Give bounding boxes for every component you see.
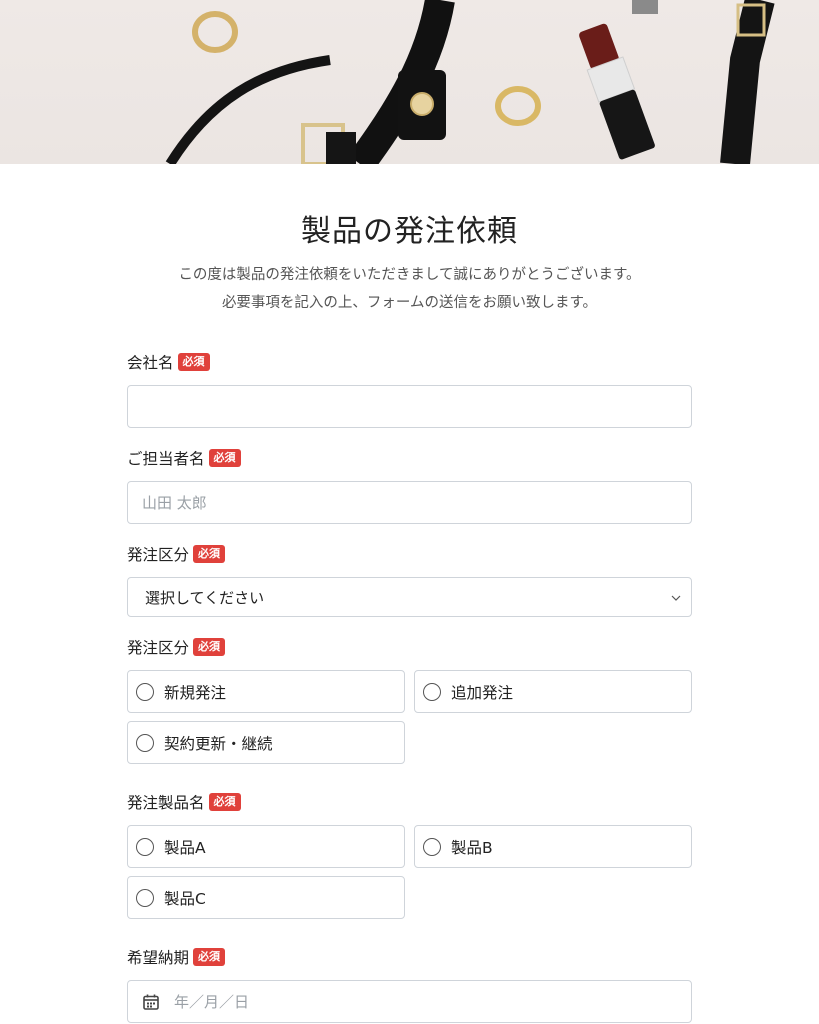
chevron-down-icon: [671, 590, 681, 604]
required-badge: 必須: [193, 638, 226, 656]
radio-circle-icon[interactable]: [136, 733, 154, 752]
order-type-selected-value: 選択してください: [145, 588, 265, 607]
company-label: 会社名: [127, 354, 174, 372]
radio-option-additional-order[interactable]: 追加発注: [414, 670, 692, 713]
radio-circle-icon[interactable]: [423, 837, 441, 856]
calendar-icon: [142, 993, 160, 1011]
contact-placeholder: 山田 太郎: [142, 494, 207, 512]
hero-image: [0, 0, 819, 164]
delivery-date-placeholder: 年／月／日: [174, 993, 250, 1011]
order-type-options: 新規発注 追加発注 契約更新・継続: [127, 670, 692, 764]
radio-option-new-order[interactable]: 新規発注: [127, 670, 405, 713]
page-title: 製品の発注依頼: [301, 214, 518, 249]
product-label: 発注製品名: [127, 794, 205, 812]
contact-name-input[interactable]: 山田 太郎: [127, 481, 692, 524]
radio-option-product-b[interactable]: 製品B: [414, 825, 692, 868]
radio-option-contract-renewal[interactable]: 契約更新・継続: [127, 721, 405, 764]
radio-option-label: 新規発注: [164, 683, 227, 702]
product-label-row: 発注製品名 必須: [127, 790, 692, 814]
order-form: 製品の発注依頼 この度は製品の発注依頼をいただきまして誠にありがとうございます。…: [127, 213, 692, 1023]
intro-line-1: この度は製品の発注依頼をいただきまして誠にありがとうございます。: [178, 267, 641, 283]
order-type-select-label-row: 発注区分 必須: [127, 542, 692, 566]
order-type-select[interactable]: 選択してください: [127, 577, 692, 617]
order-type-radio-label: 発注区分: [127, 639, 190, 657]
radio-circle-icon[interactable]: [136, 837, 154, 856]
company-label-row: 会社名 必須: [127, 350, 692, 374]
product-options: 製品A 製品B 製品C: [127, 825, 692, 919]
intro-line-2: 必要事項を記入の上、フォームの送信をお願い致します。: [221, 295, 598, 311]
radio-option-label: 追加発注: [451, 683, 514, 702]
radio-option-label: 製品C: [164, 889, 206, 908]
contact-label-row: ご担当者名 必須: [127, 446, 692, 470]
delivery-date-label: 希望納期: [127, 949, 190, 967]
radio-option-product-a[interactable]: 製品A: [127, 825, 405, 868]
required-badge: 必須: [193, 948, 226, 966]
delivery-date-label-row: 希望納期 必須: [127, 945, 692, 969]
order-type-select-label: 発注区分: [127, 546, 190, 564]
required-badge: 必須: [193, 545, 226, 563]
radio-option-label: 製品B: [451, 838, 493, 857]
radio-option-product-c[interactable]: 製品C: [127, 876, 405, 919]
radio-option-label: 契約更新・継続: [164, 734, 273, 753]
delivery-date-input[interactable]: 年／月／日: [127, 980, 692, 1023]
intro-text: この度は製品の発注依頼をいただきまして誠にありがとうございます。 必要事項を記入…: [127, 261, 692, 317]
radio-circle-icon[interactable]: [423, 682, 441, 701]
required-badge: 必須: [177, 353, 210, 371]
required-badge: 必須: [208, 449, 241, 467]
contact-label: ご担当者名: [127, 450, 205, 468]
order-type-radio-label-row: 発注区分 必須: [127, 635, 692, 659]
radio-circle-icon[interactable]: [136, 682, 154, 701]
radio-circle-icon[interactable]: [136, 888, 154, 907]
company-input[interactable]: [127, 385, 692, 428]
radio-option-label: 製品A: [164, 838, 206, 857]
hero-illustration: [165, 0, 775, 164]
required-badge: 必須: [208, 793, 241, 811]
